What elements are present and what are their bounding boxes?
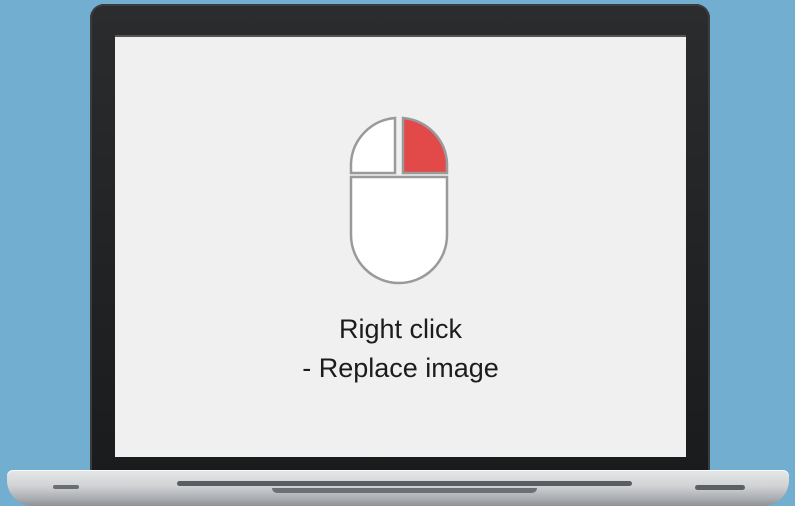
caption-right-click: Right click (338, 314, 463, 344)
base-slot-left (53, 485, 79, 489)
caption-replace-image: - Replace image (302, 353, 499, 383)
base-slot-right (695, 485, 745, 490)
laptop-base (7, 470, 789, 506)
mouse-icon (349, 116, 449, 285)
mouse-right-button (401, 116, 449, 175)
base-groove (177, 481, 632, 486)
mouse-body (349, 175, 449, 285)
base-hinge-notch (272, 488, 537, 493)
mouse-left-button (349, 116, 397, 175)
